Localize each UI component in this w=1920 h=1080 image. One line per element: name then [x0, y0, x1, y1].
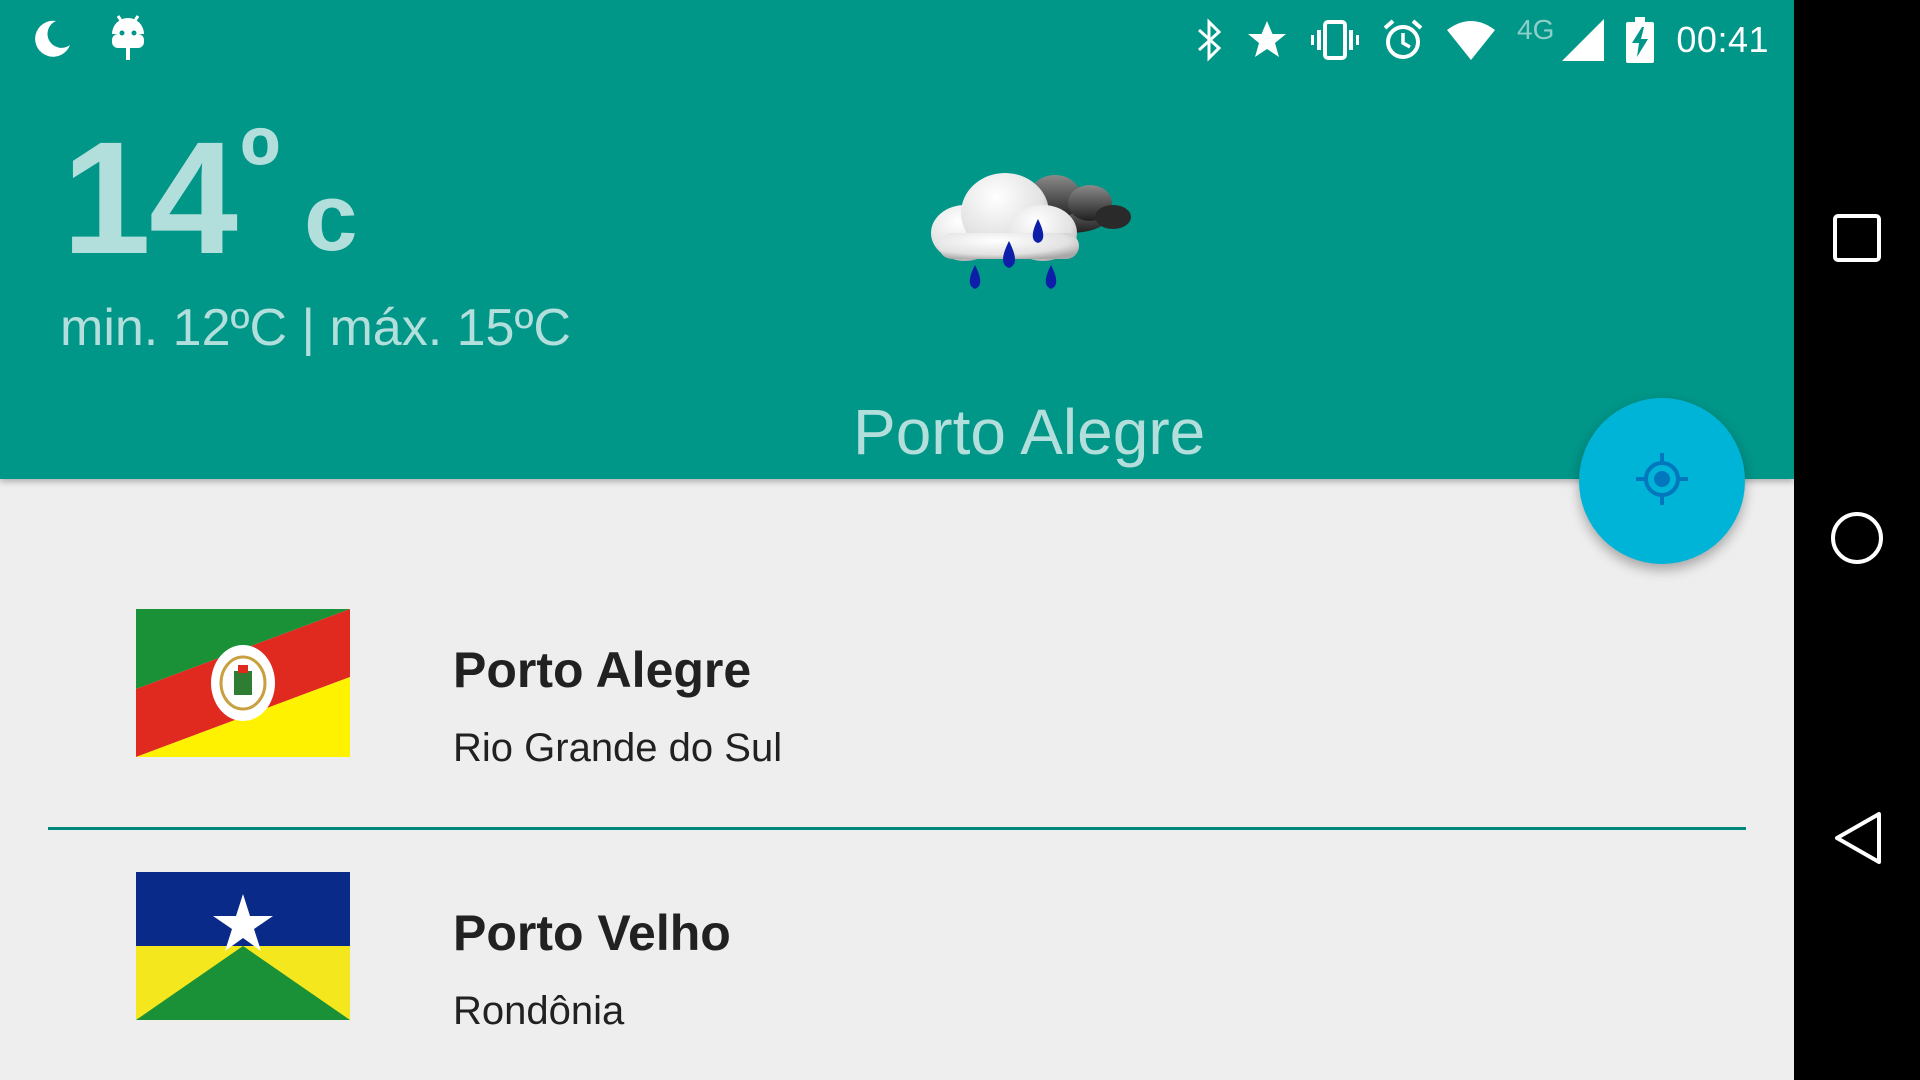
my-location-button[interactable] — [1579, 398, 1745, 564]
my-location-icon — [1634, 451, 1690, 512]
recent-apps-icon — [1832, 213, 1882, 268]
state-name: Rondônia — [453, 989, 625, 1033]
city-name: Porto Velho — [453, 905, 731, 961]
rain-cloud-icon — [925, 155, 1147, 310]
back-button[interactable] — [1794, 777, 1920, 903]
city-name: Porto Alegre — [453, 642, 752, 698]
home-icon — [1829, 510, 1885, 571]
moon-icon — [30, 17, 72, 59]
cell-signal-icon — [1562, 19, 1605, 61]
temperature-unit: c — [304, 164, 358, 271]
current-temperature: 14 º c — [62, 108, 358, 287]
selected-city-title: Porto Alegre — [853, 396, 1206, 468]
state-name: Rio Grande do Sul — [453, 726, 783, 770]
vibrate-icon — [1311, 18, 1360, 62]
alarm-icon — [1381, 18, 1425, 62]
rondonia-flag — [136, 872, 350, 1020]
degree-symbol: º — [239, 105, 281, 228]
weather-header: 4G 00:41 14 º c min. 12ºC | máx. 15ºC Po… — [0, 0, 1794, 479]
home-button[interactable] — [1794, 477, 1920, 603]
star-icon — [1245, 18, 1289, 62]
city-list-item-porto-velho[interactable]: Porto Velho Rondônia — [0, 872, 1794, 1072]
status-bar-left — [30, 14, 146, 62]
wifi-icon — [1447, 20, 1496, 60]
recent-apps-button[interactable] — [1794, 177, 1920, 303]
android-debug-icon — [110, 14, 146, 62]
rio-grande-do-sul-flag — [136, 609, 350, 757]
city-list-item-porto-alegre[interactable]: Porto Alegre Rio Grande do Sul — [0, 609, 1794, 809]
clock: 00:41 — [1676, 19, 1769, 60]
bluetooth-icon — [1195, 18, 1223, 62]
navigation-bar — [1794, 0, 1920, 1080]
battery-charging-icon — [1626, 17, 1655, 63]
temperature-value: 14 — [62, 108, 238, 287]
min-max-temperature: min. 12ºC | máx. 15ºC — [60, 299, 571, 357]
network-type-label: 4G — [1517, 14, 1555, 45]
back-icon — [1831, 810, 1883, 871]
status-bar-right: 4G 00:41 — [1195, 14, 1769, 66]
list-divider — [48, 827, 1746, 830]
